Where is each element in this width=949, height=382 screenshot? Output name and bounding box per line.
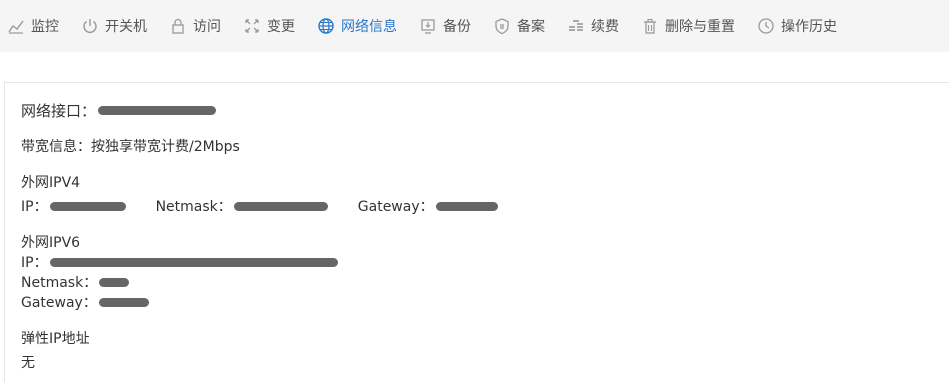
ipv4-netmask-label: Netmask： [155, 199, 232, 215]
tab-renew[interactable]: 续费 [567, 0, 619, 52]
redacted-ipv4-netmask [233, 201, 328, 211]
clock-icon [757, 17, 775, 35]
ipv6-netmask-label: Netmask： [21, 275, 98, 291]
ipv6-gateway-label: Gateway： [21, 295, 97, 311]
globe-icon [317, 17, 335, 35]
power-icon [81, 17, 99, 35]
shield-icon [493, 17, 511, 35]
tab-label: 备案 [517, 19, 545, 35]
tab-history[interactable]: 操作历史 [757, 0, 837, 52]
trash-icon [641, 17, 659, 35]
tab-backup[interactable]: 备份 [419, 0, 471, 52]
lock-icon [169, 17, 187, 35]
elastic-ip-value: 无 [21, 355, 35, 371]
coins-icon [567, 17, 585, 35]
chart-line-icon [7, 17, 25, 35]
tab-record[interactable]: 备案 [493, 0, 545, 52]
tab-label: 删除与重置 [665, 19, 735, 35]
tab-change[interactable]: 变更 [243, 0, 295, 52]
ipv6-netmask-row: Netmask： [21, 272, 130, 292]
tab-label: 变更 [267, 19, 295, 35]
tab-power[interactable]: 开关机 [81, 0, 147, 52]
redacted-mac-address [98, 106, 217, 115]
redacted-ipv4-gateway [435, 201, 498, 211]
tab-delete[interactable]: 删除与重置 [641, 0, 735, 52]
tab-label: 开关机 [105, 19, 147, 35]
backup-icon [419, 17, 437, 35]
redacted-ipv4-ip [49, 201, 126, 211]
ipv4-row: IP： Netmask： Gateway： [21, 196, 498, 216]
tab-monitor[interactable]: 监控 [7, 0, 59, 52]
network-interface-row: 网络接口： [21, 100, 217, 121]
tab-bar: 监控 开关机 访问 变更 网络信息 备份 备案 续费 删除与重置 操作历史 [0, 0, 949, 52]
tab-label: 操作历史 [781, 19, 837, 35]
tab-access[interactable]: 访问 [169, 0, 221, 52]
redacted-ipv6-gateway [98, 297, 149, 307]
bandwidth-info: 带宽信息：按独享带宽计费/2Mbps [21, 139, 240, 155]
tab-network[interactable]: 网络信息 [317, 0, 397, 52]
tab-label: 访问 [193, 19, 221, 35]
tab-label: 续费 [591, 19, 619, 35]
ipv6-gateway-row: Gateway： [21, 292, 149, 312]
redacted-ipv6-ip [49, 257, 338, 267]
network-info-panel: 网络接口： 带宽信息：按独享带宽计费/2Mbps 外网IPV4 IP： Netm… [4, 82, 949, 382]
ipv6-ip-row: IP： [21, 252, 338, 272]
network-interface-label: 网络接口： [21, 102, 97, 120]
ipv6-heading: 外网IPV6 [21, 235, 81, 251]
elastic-ip-heading: 弹性IP地址 [21, 331, 90, 347]
ipv4-heading: 外网IPV4 [21, 175, 81, 191]
ipv4-ip-label: IP： [21, 199, 48, 215]
tab-label: 备份 [443, 19, 471, 35]
ipv6-ip-label: IP： [21, 255, 48, 271]
ipv4-gateway-label: Gateway： [357, 199, 434, 215]
tab-label: 监控 [31, 19, 59, 35]
resize-icon [243, 17, 261, 35]
tab-label: 网络信息 [341, 19, 397, 35]
redacted-ipv6-netmask [99, 277, 130, 287]
